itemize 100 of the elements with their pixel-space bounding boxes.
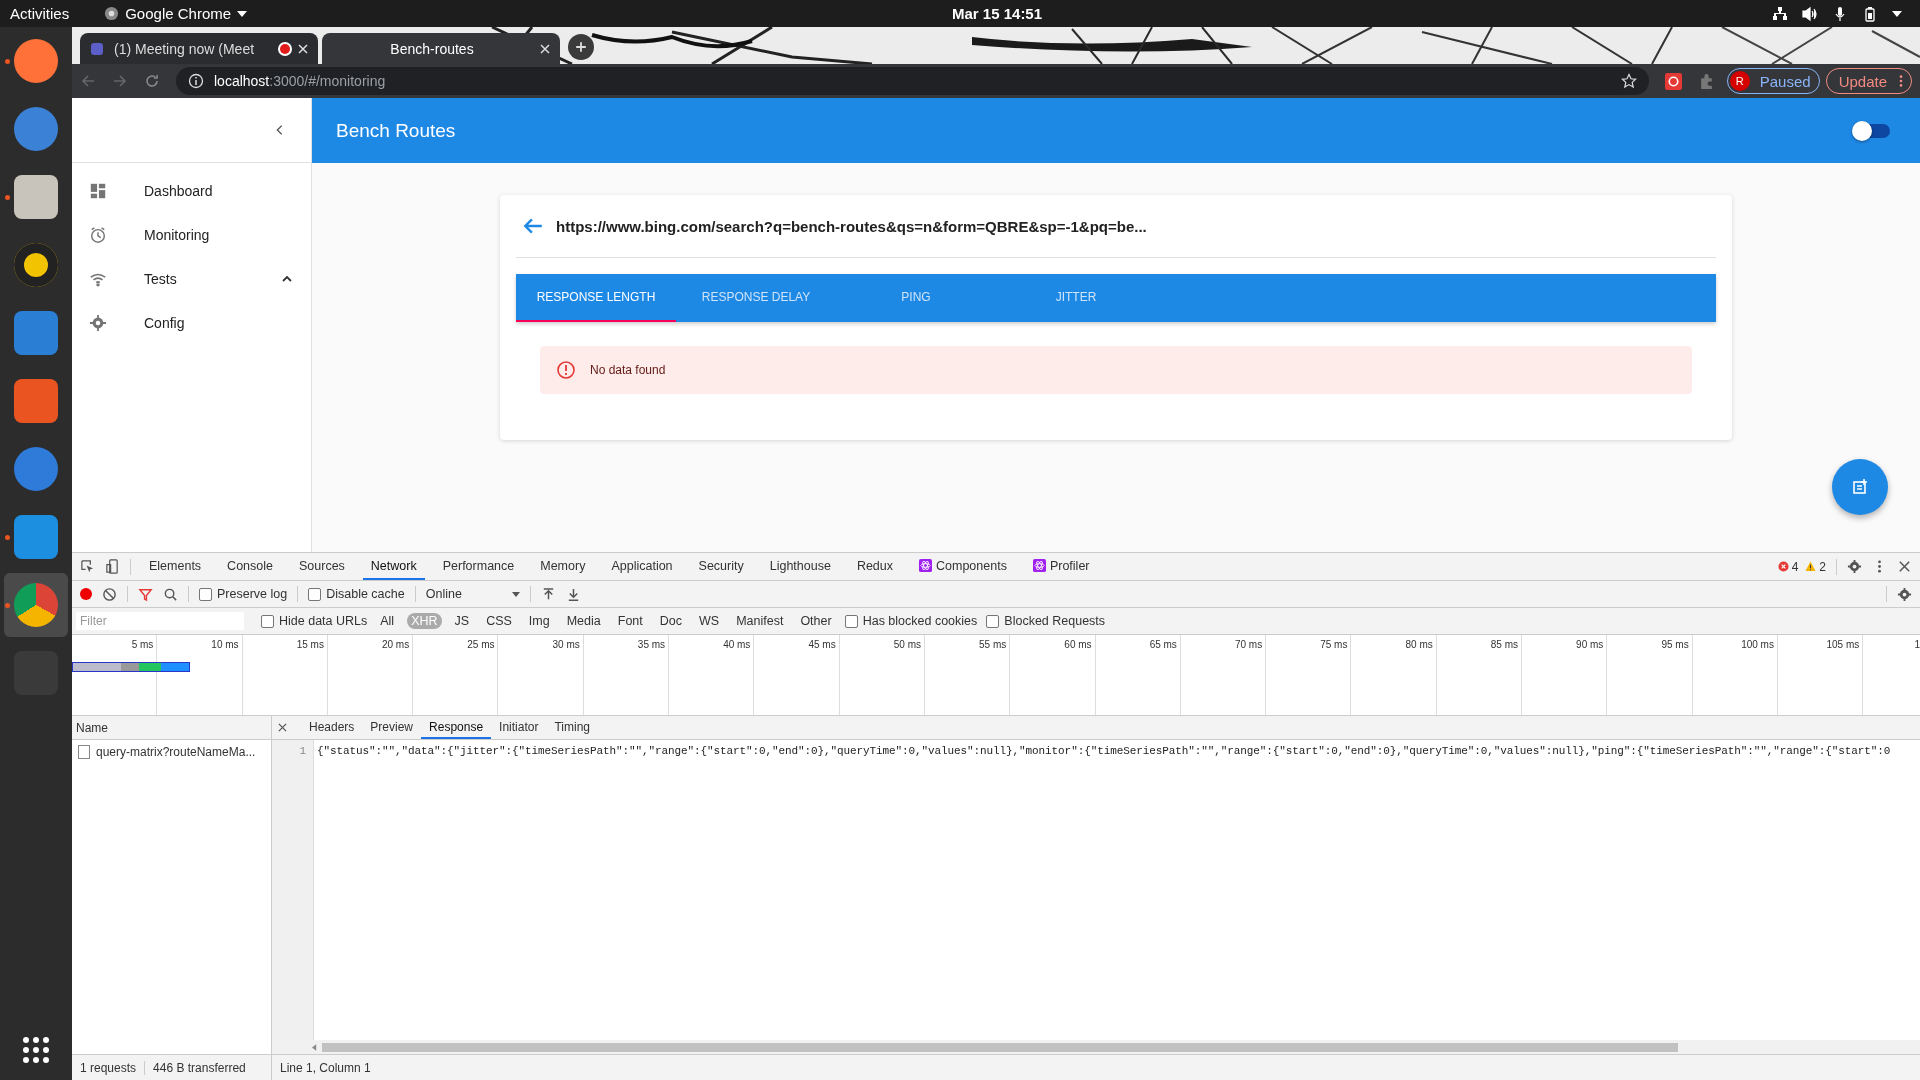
metric-tab[interactable]: RESPONSE LENGTH (516, 274, 676, 322)
blocked-cookies-checkbox[interactable]: Has blocked cookies (844, 614, 978, 628)
filter-icon[interactable] (138, 586, 153, 602)
address-field[interactable]: localhost:3000/#/monitoring (176, 67, 1649, 95)
inspect-icon[interactable] (80, 559, 95, 574)
caret-icon (237, 10, 248, 17)
type-filter[interactable]: Manifest (732, 613, 788, 629)
devtools-tab[interactable]: Elements (141, 553, 210, 580)
time-tick: 65 ms (1149, 639, 1177, 651)
caret-icon[interactable] (1892, 10, 1902, 17)
detail-tab[interactable]: Initiator (491, 716, 547, 739)
chrome-icon (104, 6, 120, 21)
type-filter[interactable]: Other (796, 613, 836, 629)
scrollbar[interactable] (272, 1040, 1920, 1054)
time-tick: 40 ms (723, 639, 751, 651)
app-menu[interactable]: Google Chrome (104, 5, 248, 22)
device-toolbar-icon[interactable] (105, 559, 120, 574)
type-filter[interactable]: Media (562, 613, 605, 629)
detail-tab[interactable]: Timing (546, 716, 598, 739)
warning-icon (1805, 561, 1817, 572)
error-icon (1777, 561, 1789, 572)
detail-tab[interactable]: Headers (301, 716, 363, 739)
bookmark-star-icon[interactable] (1620, 73, 1637, 89)
apps-grid-icon[interactable] (21, 1035, 51, 1065)
route-url: https://www.bing.com/search?q=bench-routes&qs=n&form=QBRE&sp=-1&pq=be... (556, 217, 1147, 235)
devtools-tab[interactable]: Components (911, 553, 1015, 580)
type-filter[interactable]: WS (695, 613, 724, 629)
devtools-tab[interactable]: Application (603, 553, 681, 580)
time-tick: 80 ms (1405, 639, 1433, 651)
devtools-tab[interactable]: Performance (434, 553, 523, 580)
time-tick: 15 ms (296, 639, 324, 651)
settings-icon[interactable] (1897, 586, 1912, 602)
clock-icon (89, 226, 107, 244)
volume-icon[interactable] (1802, 5, 1818, 22)
throttling-dropdown[interactable]: Online (425, 587, 520, 601)
battery-icon[interactable] (1862, 5, 1878, 22)
devtools-tab[interactable]: Sources (291, 553, 353, 580)
sidebar-item[interactable]: Tests (72, 257, 311, 301)
type-filter[interactable]: Doc (655, 613, 686, 629)
teams-icon (90, 40, 106, 57)
column-header[interactable]: Name (72, 716, 271, 740)
devtools-tab[interactable]: Memory (532, 553, 594, 580)
type-filter[interactable]: CSS (482, 613, 516, 629)
theme-toggle[interactable] (1854, 123, 1890, 138)
browser-tab[interactable]: (1) Meeting now (Meet (80, 33, 318, 64)
sidebar-item[interactable]: Config (72, 301, 311, 345)
close-icon[interactable] (278, 723, 287, 732)
filter-field[interactable]: Filter (76, 612, 244, 630)
devtools-tab[interactable]: Redux (848, 553, 902, 580)
request-row[interactable]: query-matrix?routeNameMa... (72, 740, 271, 764)
status-text: 1 requests (72, 1060, 146, 1075)
settings-icon[interactable] (1847, 559, 1862, 574)
time-tick: 60 ms (1064, 639, 1092, 651)
caret-icon (511, 591, 520, 597)
error-alert: No data found (540, 346, 1692, 394)
time-tick: 10 ms (211, 639, 239, 651)
record-button[interactable] (80, 588, 92, 600)
time-tick: 90 ms (1576, 639, 1604, 651)
time-tick: 50 ms (893, 639, 921, 651)
network-icon[interactable] (1772, 5, 1788, 22)
scroll-left-icon[interactable] (312, 1043, 317, 1051)
browser-tab[interactable]: Bench-routes (322, 33, 560, 64)
type-filter[interactable]: Img (524, 613, 554, 629)
preserve-log-checkbox[interactable]: Preserve log (199, 587, 288, 601)
sidebar-item[interactable]: Dashboard (72, 169, 311, 213)
line-number: 1 (298, 745, 307, 757)
close-icon[interactable] (1897, 559, 1912, 574)
time-tick: 95 ms (1661, 639, 1689, 651)
grid-icon (89, 182, 107, 200)
type-filter[interactable]: JS (450, 613, 474, 629)
time-tick: 30 ms (552, 639, 580, 651)
reload-icon[interactable] (144, 73, 160, 89)
sidebar-item[interactable]: Monitoring (72, 213, 311, 257)
atom-icon (1032, 559, 1046, 572)
issue-counts[interactable]: 4 2 (1773, 559, 1826, 574)
search-icon[interactable] (163, 586, 178, 602)
hide-data-urls-checkbox[interactable]: Hide data URLs (261, 614, 368, 628)
activities-button[interactable]: Activities (10, 5, 70, 22)
clear-icon[interactable] (102, 586, 117, 602)
type-filter[interactable]: All (376, 613, 399, 629)
app-title: Bench Routes (336, 119, 457, 142)
cursor-position: Line 1, Column 1 (279, 1060, 371, 1075)
devtools-tab[interactable]: Console (219, 553, 281, 580)
dock-app-icon[interactable] (4, 573, 68, 637)
more-icon (1899, 74, 1903, 88)
blocked-requests-checkbox[interactable]: Blocked Requests (986, 614, 1106, 628)
time-tick: 5 ms (131, 639, 154, 651)
disable-cache-checkbox[interactable]: Disable cache (308, 587, 405, 601)
status-text: 446 B transferred (152, 1060, 247, 1075)
atom-icon (919, 559, 933, 572)
devtools-tab[interactable]: Lighthouse (761, 553, 839, 580)
add-button[interactable] (1832, 459, 1888, 515)
devtools-tab[interactable]: Profiler (1024, 553, 1098, 580)
detail-tab[interactable]: Preview (362, 716, 422, 739)
extension-icon[interactable] (1664, 72, 1682, 90)
type-filter[interactable]: Font (613, 613, 647, 629)
clock[interactable]: Mar 15 14:51 (952, 5, 1043, 22)
time-tick: 75 ms (1320, 639, 1348, 651)
devtools-tab[interactable]: Security (690, 553, 752, 580)
info-icon[interactable] (188, 73, 204, 89)
